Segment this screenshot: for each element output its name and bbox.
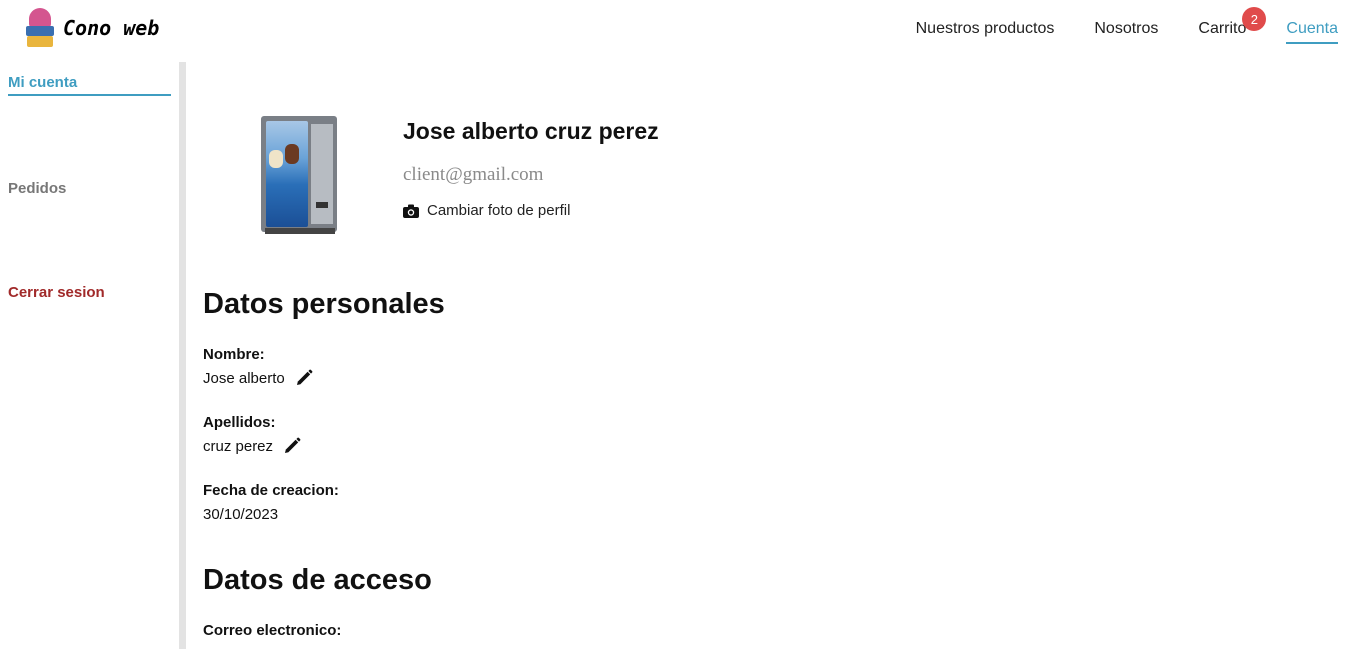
- section-title-personal: Datos personales: [203, 288, 445, 320]
- cart-count-badge: 2: [1242, 7, 1267, 31]
- apellidos-label: Apellidos:: [203, 414, 276, 431]
- user-email: client@gmail.com: [403, 164, 544, 185]
- nav-item-carrito[interactable]: Carrito 2: [1198, 7, 1267, 44]
- brand[interactable]: Cono web: [24, 6, 159, 50]
- nombre-value-row: Jose alberto: [203, 368, 314, 388]
- profile-photo: [261, 116, 341, 236]
- user-full-name: Jose alberto cruz perez: [403, 118, 659, 144]
- nav-item-nosotros[interactable]: Nosotros: [1094, 20, 1158, 44]
- nav-item-cuenta[interactable]: Cuenta: [1286, 20, 1338, 44]
- sidebar-item-cerrar-sesion[interactable]: Cerrar sesion: [8, 284, 105, 301]
- fecha-label: Fecha de creacion:: [203, 482, 339, 499]
- account-main: Jose alberto cruz perez client@gmail.com…: [203, 62, 1343, 649]
- pencil-icon[interactable]: [282, 436, 302, 456]
- ice-cream-cone-logo: [24, 6, 56, 50]
- nombre-value: Jose alberto: [203, 369, 285, 387]
- pencil-icon[interactable]: [294, 368, 314, 388]
- fecha-value: 30/10/2023: [203, 506, 279, 523]
- account-sidebar: Mi cuenta Pedidos Cerrar sesion: [0, 62, 179, 649]
- sidebar-divider: [179, 62, 186, 649]
- change-photo-button[interactable]: Cambiar foto de perfil: [403, 202, 570, 219]
- nav-item-productos[interactable]: Nuestros productos: [916, 20, 1055, 44]
- main-nav: Nuestros productos Nosotros Carrito 2 Cu…: [916, 7, 1338, 44]
- sidebar-item-pedidos[interactable]: Pedidos: [8, 180, 66, 197]
- correo-label: Correo electronico:: [203, 622, 342, 639]
- change-photo-label: Cambiar foto de perfil: [427, 202, 571, 219]
- brand-name: Cono web: [63, 16, 160, 40]
- nav-item-carrito-label: Carrito: [1198, 20, 1247, 37]
- section-title-access: Datos de acceso: [203, 564, 432, 596]
- top-header: Cono web Nuestros productos Nosotros Car…: [0, 0, 1366, 62]
- apellidos-value: cruz perez: [203, 437, 274, 455]
- sidebar-item-mi-cuenta[interactable]: Mi cuenta: [8, 74, 171, 96]
- camera-icon: [403, 204, 419, 218]
- apellidos-value-row: cruz perez: [203, 436, 302, 456]
- nombre-label: Nombre:: [203, 346, 265, 363]
